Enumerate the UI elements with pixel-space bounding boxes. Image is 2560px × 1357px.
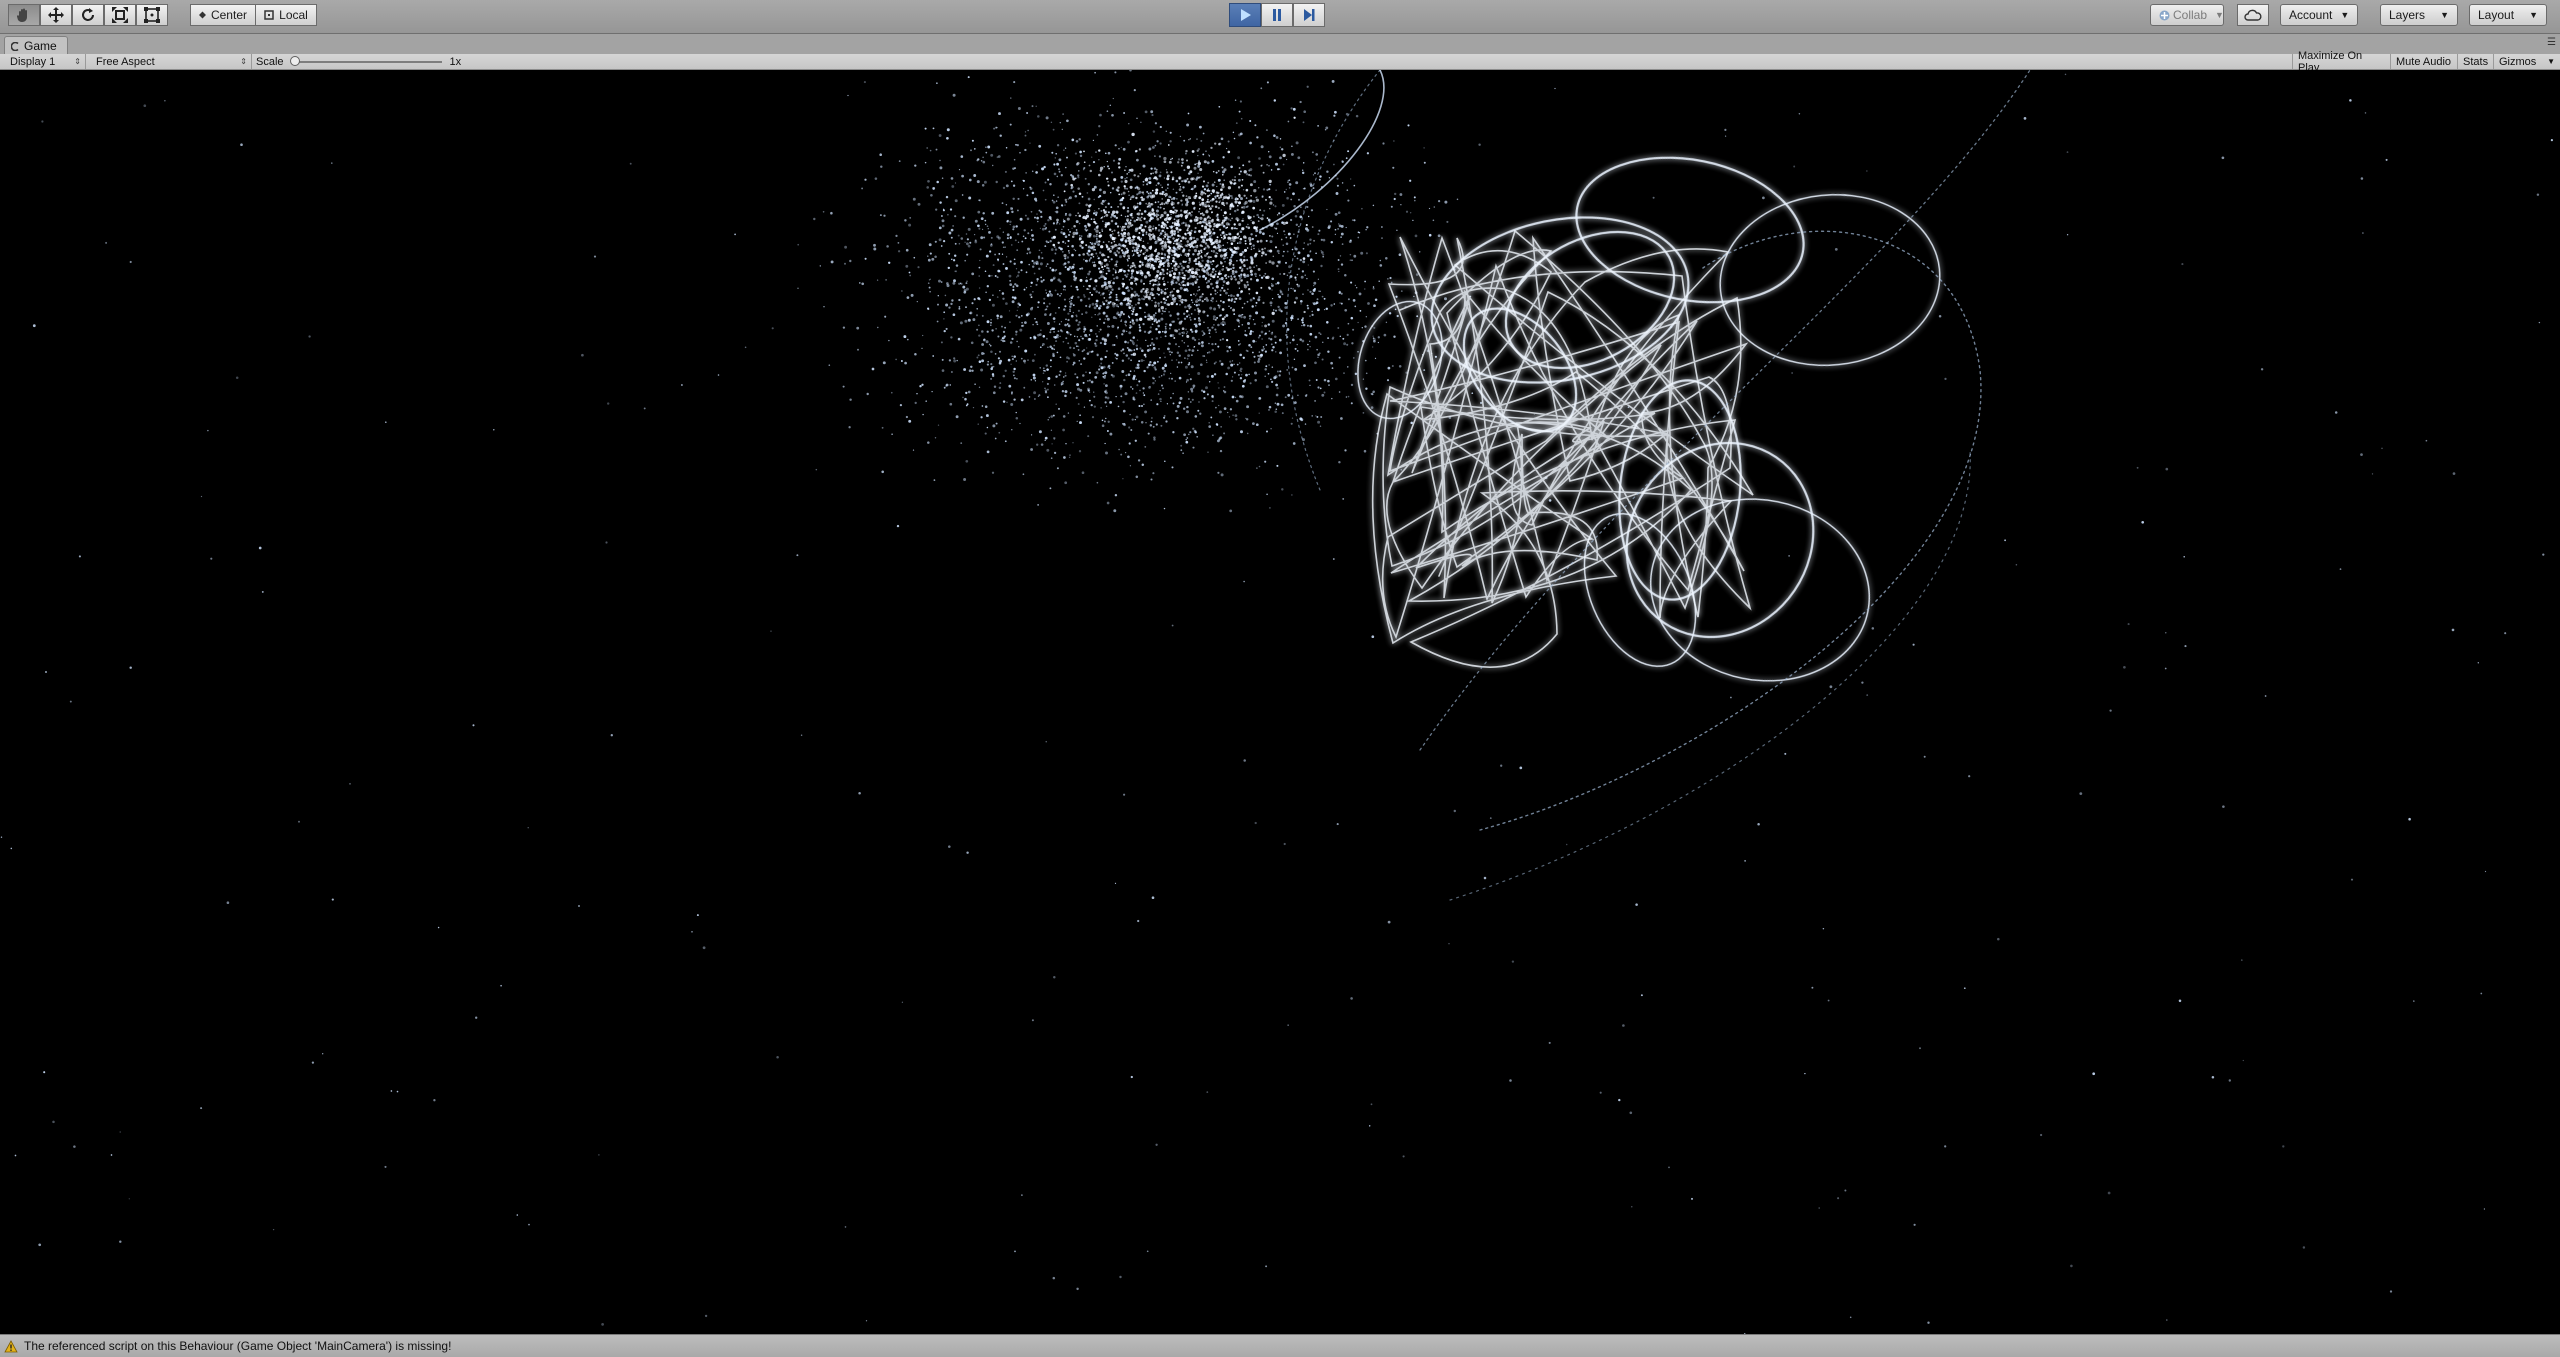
scale-slider-thumb[interactable] [289,55,300,66]
hand-icon [16,8,27,22]
layers-dropdown[interactable]: Layers ▼ [2380,4,2458,26]
particle-scene [0,70,2553,1334]
play-icon [1241,9,1251,21]
hand-tool-button[interactable] [8,4,40,26]
collab-label: Collab [2173,8,2208,22]
stats-label: Stats [2463,55,2489,68]
rotate-tool-button[interactable] [72,4,104,26]
console-status-bar[interactable]: The referenced script on this Behaviour … [0,1334,2560,1357]
pivot-mode-button[interactable]: Center [190,4,256,26]
main-toolbar: Center Local Collab ▼ Account ▼ Layers ▼ [0,0,2560,34]
chevron-down-icon: ▼ [2440,10,2449,20]
scale-slider[interactable] [289,55,442,66]
status-message: The referenced script on this Behaviour … [24,1339,452,1353]
step-forward-icon [1304,9,1315,21]
step-button[interactable] [1293,3,1325,27]
mute-audio-label: Mute Audio [2396,55,2452,68]
scale-icon [112,7,128,23]
move-arrows-icon [48,7,64,23]
scale-label: Scale [256,55,284,68]
tab-game[interactable]: Game [4,36,68,55]
updown-arrows-icon: ⇕ [240,57,247,66]
pivot-mode-label: Center [210,8,247,22]
tab-game-label: Game [24,39,57,53]
cloud-button[interactable] [2237,4,2269,26]
chevron-down-icon: ▼ [2340,10,2350,20]
chevron-down-icon: ▼ [2547,57,2555,66]
rotate-icon [82,8,94,21]
pivot-center-icon [199,11,206,19]
layout-label: Layout [2478,8,2515,22]
collab-icon [2159,10,2170,20]
tab-menu-icon[interactable]: ☰ [2547,37,2556,48]
chevron-down-icon: ▼ [2529,10,2538,20]
pivot-rotation-label: Local [279,8,308,22]
layout-dropdown[interactable]: Layout ▼ [2469,4,2547,26]
display-label: Display 1 [10,55,56,68]
mute-audio-toggle[interactable]: Mute Audio [2390,54,2457,69]
updown-arrows-icon: ⇕ [74,57,81,66]
gizmos-label: Gizmos [2499,55,2537,68]
account-label: Account [2289,8,2333,22]
move-tool-button[interactable] [40,4,72,26]
aspect-select[interactable]: Free Aspect ⇕ [86,54,252,69]
game-view-icon [11,41,19,51]
scale-tool-button[interactable] [104,4,136,26]
display-select[interactable]: Display 1 ⇕ [0,54,86,69]
pivot-rotation-button[interactable]: Local [255,4,317,26]
account-dropdown[interactable]: Account ▼ [2280,4,2358,26]
rect-tool-button[interactable] [136,4,168,26]
play-button[interactable] [1229,3,1261,27]
cloud-icon [2244,9,2262,21]
pause-button[interactable] [1261,3,1293,27]
layers-label: Layers [2389,8,2426,22]
warning-icon [4,1339,18,1352]
game-viewport[interactable] [0,70,2560,1334]
gizmos-dropdown[interactable]: Gizmos ▼ [2493,54,2560,69]
particle-trails [1259,70,2031,901]
local-rotation-icon [264,10,274,20]
rect-transform-icon [144,7,160,23]
pause-icon [1273,9,1281,21]
scale-control: Scale 1x [256,54,461,69]
particle-dust [0,70,2553,1334]
collab-dropdown[interactable]: Collab ▼ [2150,4,2224,26]
tab-strip: Game ☰ [0,34,2560,55]
stats-toggle[interactable]: Stats [2457,54,2493,69]
game-view-controls: Display 1 ⇕ Free Aspect ⇕ Scale 1x Maxim… [0,50,2560,74]
aspect-label: Free Aspect [96,55,155,68]
scale-value: 1x [449,55,462,68]
chevron-down-icon: ▼ [2215,10,2224,20]
maximize-on-play-toggle[interactable]: Maximize On Play [2292,50,2390,74]
